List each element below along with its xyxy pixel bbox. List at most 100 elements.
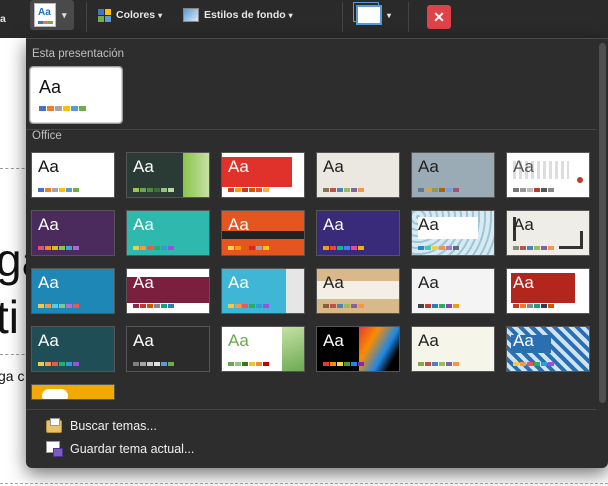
theme-color-swatches: [513, 188, 554, 192]
themes-gallery-button[interactable]: Aa ▾: [30, 0, 74, 30]
theme-color-swatches: [323, 304, 364, 308]
color-swatch: [228, 304, 234, 308]
theme-thumb[interactable]: Aa: [506, 152, 590, 198]
color-swatch: [548, 304, 554, 308]
browse-themes-item[interactable]: Buscar temas...: [46, 418, 157, 434]
color-swatch: [432, 246, 438, 250]
color-swatch: [168, 304, 174, 308]
color-swatch: [52, 304, 58, 308]
color-swatch: [73, 246, 79, 250]
color-swatch: [59, 188, 65, 192]
color-swatch: [513, 246, 519, 250]
theme-thumb[interactable]: Aa: [316, 268, 400, 314]
color-swatch: [351, 304, 357, 308]
theme-thumb[interactable]: Aa: [411, 210, 495, 256]
color-swatch: [47, 106, 54, 111]
theme-thumb[interactable]: Aa: [126, 268, 210, 314]
theme-thumb[interactable]: Aa: [221, 152, 305, 198]
color-swatch: [228, 362, 234, 366]
color-swatch: [337, 188, 343, 192]
theme-color-swatches: [418, 304, 459, 308]
color-swatch: [256, 362, 262, 366]
color-swatch: [133, 304, 139, 308]
themes-dropdown-panel: Esta presentación Aa Office Aa Aa Aa Aa Aa Aa…: [26, 38, 608, 468]
theme-thumb[interactable]: Aa: [31, 268, 115, 314]
color-swatch: [439, 304, 445, 308]
color-swatch: [358, 188, 364, 192]
color-swatch: [154, 304, 160, 308]
color-swatch: [323, 188, 329, 192]
theme-thumb[interactable]: Aa: [316, 152, 400, 198]
color-swatch: [513, 304, 519, 308]
color-swatch: [527, 246, 533, 250]
color-swatch: [52, 188, 58, 192]
theme-thumb[interactable]: Aa: [126, 152, 210, 198]
color-swatch: [541, 188, 547, 192]
color-swatch: [73, 188, 79, 192]
color-swatch: [39, 106, 46, 111]
theme-thumb[interactable]: Aa: [31, 326, 115, 372]
colors-button[interactable]: Colores ▾: [98, 0, 162, 30]
theme-thumb[interactable]: Aa: [316, 326, 400, 372]
color-swatch: [59, 246, 65, 250]
theme-thumb[interactable]: Aa: [31, 210, 115, 256]
color-swatch: [263, 246, 269, 250]
color-swatch: [432, 188, 438, 192]
theme-color-swatches: [38, 362, 79, 366]
theme-decoration: [286, 269, 304, 313]
close-button[interactable]: ✕: [427, 5, 451, 29]
theme-color-swatches: [39, 106, 86, 111]
section-this-presentation: Esta presentación: [32, 48, 125, 60]
theme-thumb[interactable]: Aa: [506, 210, 590, 256]
color-swatch: [263, 362, 269, 366]
slide-body-fragment: ga c: [0, 368, 25, 384]
chevron-down-icon: ▾: [288, 10, 293, 20]
theme-thumb[interactable]: Aa: [411, 268, 495, 314]
color-swatch: [73, 362, 79, 366]
color-swatch: [513, 362, 519, 366]
theme-color-swatches: [418, 362, 459, 366]
theme-thumb[interactable]: Aa: [31, 152, 115, 198]
theme-color-swatches: [38, 246, 79, 250]
toolbar-separator: [342, 2, 343, 32]
theme-color-swatches: [228, 188, 269, 192]
color-swatch: [154, 188, 160, 192]
theme-color-swatches: [133, 246, 174, 250]
color-swatch: [351, 188, 357, 192]
theme-sample-text: Aa: [133, 157, 154, 176]
color-swatch: [323, 304, 329, 308]
color-swatch: [242, 246, 248, 250]
color-swatch: [66, 362, 72, 366]
theme-thumb[interactable]: Aa: [411, 326, 495, 372]
theme-color-swatches: [133, 304, 174, 308]
color-swatch: [453, 304, 459, 308]
color-swatch: [344, 246, 350, 250]
theme-sample-text: Aa: [418, 273, 439, 292]
theme-thumb[interactable]: Aa: [506, 326, 590, 372]
color-swatch: [534, 188, 540, 192]
theme-sample-text: Aa: [38, 273, 59, 292]
theme-thumb[interactable]: Aa: [221, 268, 305, 314]
theme-thumb[interactable]: Aa: [411, 152, 495, 198]
gallery-scrollbar[interactable]: [599, 43, 606, 403]
color-swatch: [541, 362, 547, 366]
theme-thumb[interactable]: [31, 384, 115, 400]
theme-thumb[interactable]: Aa: [316, 210, 400, 256]
theme-thumb[interactable]: Aa: [126, 326, 210, 372]
toolbar-separator: [408, 2, 409, 32]
save-theme-item[interactable]: Guardar tema actual...: [46, 441, 194, 457]
theme-color-swatches: [323, 362, 364, 366]
theme-thumb[interactable]: Aa: [506, 268, 590, 314]
color-swatch: [45, 362, 51, 366]
color-swatch: [63, 106, 70, 111]
color-swatch: [548, 246, 554, 250]
slide-size-button[interactable]: ▾: [356, 0, 391, 30]
color-swatch: [330, 246, 336, 250]
theme-thumb[interactable]: Aa: [221, 210, 305, 256]
background-styles-button[interactable]: Estilos de fondo ▾: [183, 0, 293, 30]
theme-thumb[interactable]: Aa: [221, 326, 305, 372]
theme-color-swatches: [513, 304, 554, 308]
theme-thumb[interactable]: Aa: [126, 210, 210, 256]
theme-sample-text: Aa: [323, 157, 344, 176]
theme-thumb-current[interactable]: Aa: [29, 66, 123, 124]
